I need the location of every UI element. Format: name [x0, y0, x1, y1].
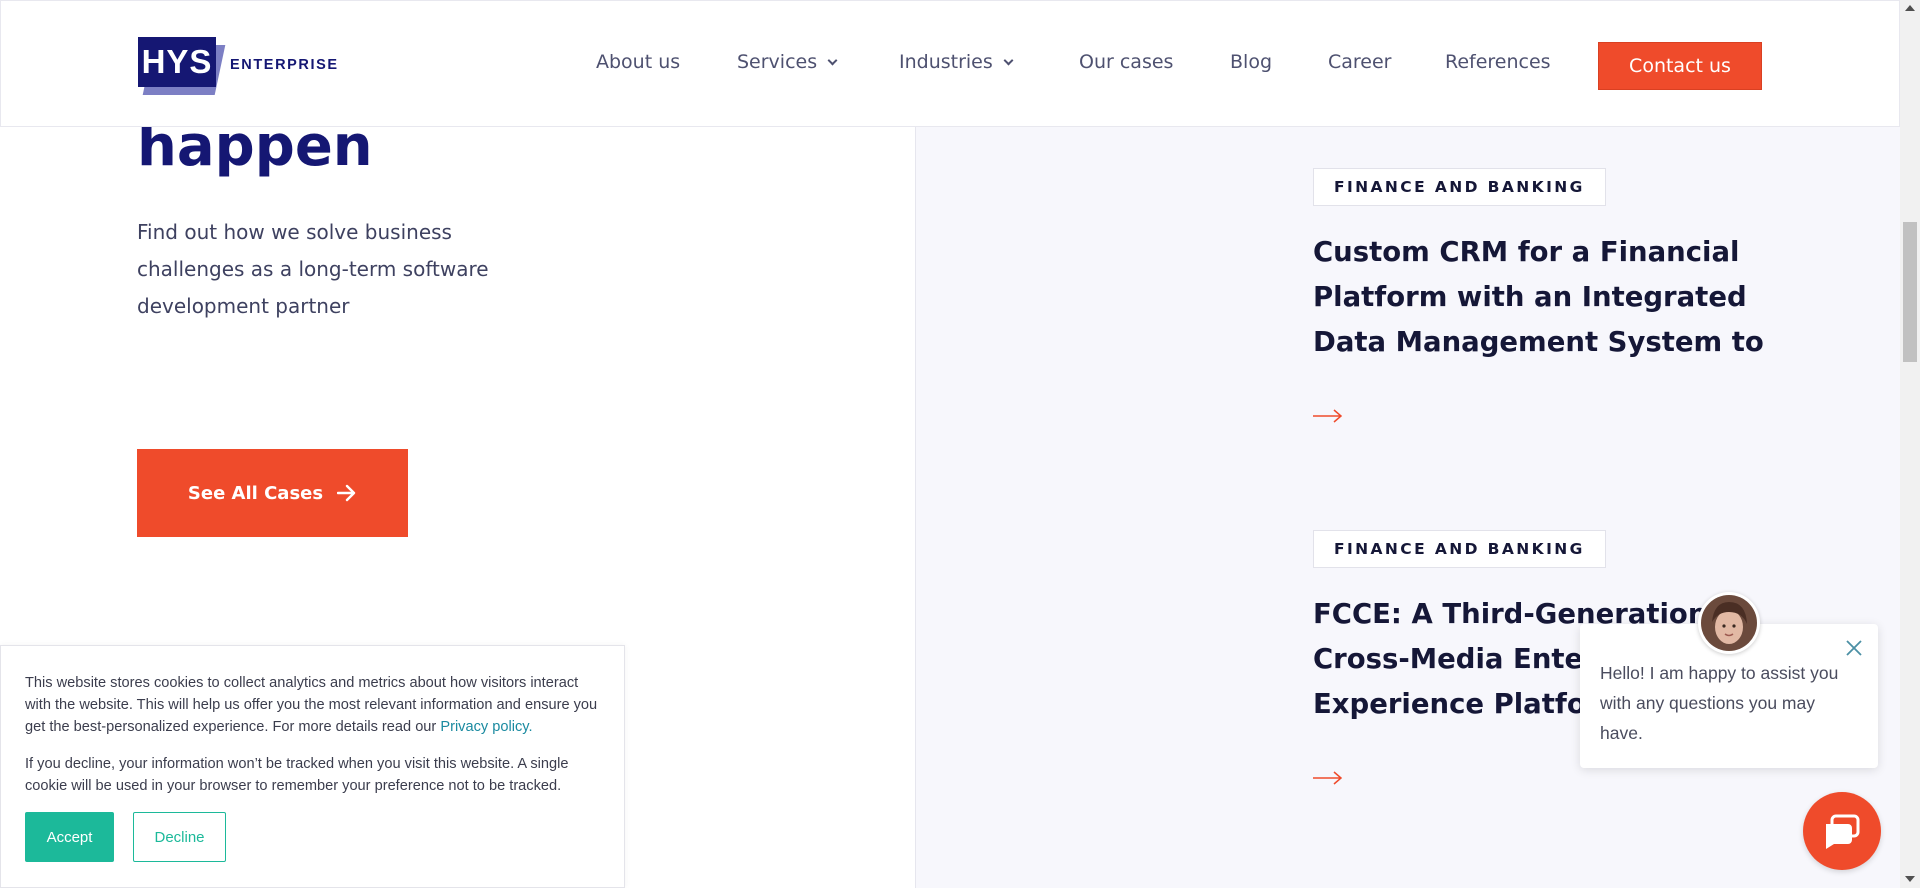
case-title-line: Platform with an Integrated	[1313, 281, 1747, 313]
chevron-down-icon	[1003, 55, 1014, 65]
cookie-text: This website stores cookies to collect a…	[25, 672, 605, 738]
nav-references[interactable]: References	[1445, 51, 1551, 73]
case-tag[interactable]: FINANCE AND BANKING	[1313, 530, 1606, 568]
nav-our-cases[interactable]: Our cases	[1079, 51, 1173, 73]
nav-our-cases-label: Our cases	[1079, 51, 1174, 73]
cookie-text-decline-info: If you decline, your information won’t b…	[25, 756, 569, 794]
nav-about-us-label: About us	[596, 51, 681, 73]
site-header: HYS ENTERPRISE About us Services Industr…	[0, 0, 1900, 127]
arrow-right-icon[interactable]	[1313, 408, 1343, 424]
arrow-right-icon	[337, 484, 356, 502]
page-scrollbar[interactable]	[1900, 0, 1920, 888]
cookie-banner: This website stores cookies to collect a…	[0, 645, 625, 888]
close-icon[interactable]	[1844, 638, 1864, 658]
scroll-up-icon[interactable]	[1905, 5, 1915, 11]
contact-us-button[interactable]: Contact us	[1598, 42, 1762, 90]
nav-services[interactable]: Services	[737, 51, 838, 73]
chevron-down-icon	[827, 55, 838, 65]
chat-launcher-button[interactable]	[1803, 792, 1881, 870]
logo[interactable]: HYS ENTERPRISE	[138, 35, 339, 95]
decline-button[interactable]: Decline	[133, 812, 226, 862]
avatar-image	[1701, 595, 1757, 651]
nav-industries-label: Industries	[899, 51, 993, 73]
logo-mark: HYS	[138, 35, 226, 95]
agent-avatar	[1698, 592, 1760, 654]
nav-about-us[interactable]: About us	[596, 51, 680, 73]
nav-blog[interactable]: Blog	[1230, 51, 1272, 73]
scroll-down-icon[interactable]	[1905, 876, 1915, 882]
nav-blog-label: Blog	[1230, 51, 1272, 73]
hero-subtitle: Find out how we solve business challenge…	[137, 220, 489, 318]
scroll-thumb[interactable]	[1903, 222, 1917, 362]
nav-career-label: Career	[1328, 51, 1392, 73]
logo-mark-text: HYS	[138, 37, 216, 87]
see-all-cases-label: See All Cases	[187, 482, 324, 504]
nav-industries[interactable]: Industries	[899, 51, 1014, 73]
case-title-line: Custom CRM for a Financial	[1313, 236, 1740, 268]
arrow-right-icon[interactable]	[1313, 770, 1343, 786]
nav-references-label: References	[1445, 51, 1551, 73]
case-title-line: Data Management System to...	[1313, 326, 1763, 358]
accept-button[interactable]: Accept	[25, 812, 114, 862]
logo-text: ENTERPRISE	[230, 57, 339, 73]
case-title[interactable]: Custom CRM for a Financial Platform with…	[1313, 230, 1763, 365]
privacy-policy-link[interactable]: Privacy policy.	[440, 719, 532, 735]
case-tag[interactable]: FINANCE AND BANKING	[1313, 168, 1606, 206]
chat-message: Hello! I am happy to assist you with any…	[1600, 663, 1839, 743]
see-all-cases-button[interactable]: See All Cases	[137, 449, 408, 537]
nav-career[interactable]: Career	[1328, 51, 1392, 73]
chat-bubble-icon	[1826, 814, 1860, 849]
nav-services-label: Services	[737, 51, 818, 73]
